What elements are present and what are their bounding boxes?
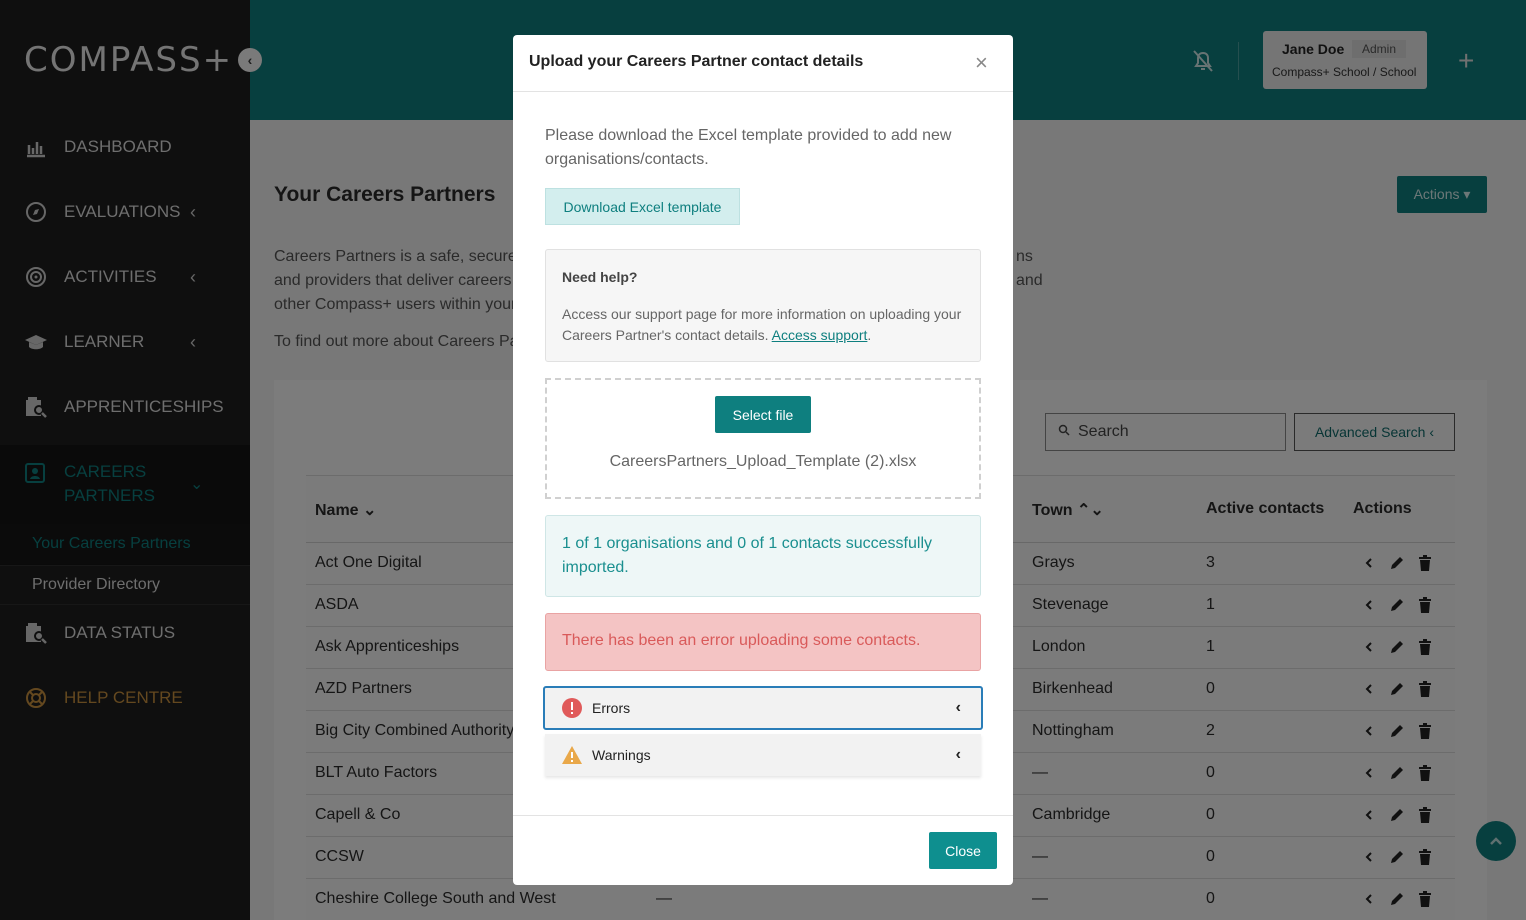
help-text: Access our support page for more informa… xyxy=(562,304,972,346)
warnings-label: Warnings xyxy=(592,747,651,763)
download-template-button[interactable]: Download Excel template xyxy=(545,188,740,225)
success-alert: 1 of 1 organisations and 0 of 1 contacts… xyxy=(545,515,981,597)
modal-description: Please download the Excel template provi… xyxy=(545,127,952,168)
close-icon[interactable]: × xyxy=(975,52,988,74)
errors-accordion[interactable]: Errors ‹ xyxy=(543,686,983,730)
modal-footer-divider xyxy=(513,815,1013,816)
success-message: 1 of 1 organisations and 0 of 1 contacts… xyxy=(562,535,932,576)
help-box: Need help? Access our support page for m… xyxy=(545,249,981,362)
errors-label: Errors xyxy=(592,700,631,716)
warning-icon xyxy=(561,744,583,766)
error-message: There has been an error uploading some c… xyxy=(562,632,921,649)
sidebar-collapse-toggle[interactable]: ‹ xyxy=(238,48,262,72)
modal-title: Upload your Careers Partner contact deta… xyxy=(529,53,864,70)
error-alert: There has been an error uploading some c… xyxy=(545,613,981,671)
access-support-link[interactable]: Access support xyxy=(772,327,868,343)
modal-header: Upload your Careers Partner contact deta… xyxy=(513,35,1013,92)
close-button[interactable]: Close xyxy=(929,832,997,869)
help-period: . xyxy=(867,327,872,343)
warnings-accordion[interactable]: Warnings ‹ xyxy=(545,734,981,776)
help-title: Need help? xyxy=(562,269,638,285)
selected-file-name: CareersPartners_Upload_Template (2).xlsx xyxy=(609,453,917,470)
upload-modal: Upload your Careers Partner contact deta… xyxy=(513,35,1013,885)
select-file-button[interactable]: Select file xyxy=(715,396,811,433)
chevron-left-icon: ‹ xyxy=(955,746,961,763)
chevron-left-icon: ‹ xyxy=(955,699,961,716)
file-drop-zone[interactable]: Select file CareersPartners_Upload_Templ… xyxy=(545,378,981,499)
error-icon xyxy=(561,697,583,719)
help-body: Access our support page for more informa… xyxy=(562,306,962,343)
